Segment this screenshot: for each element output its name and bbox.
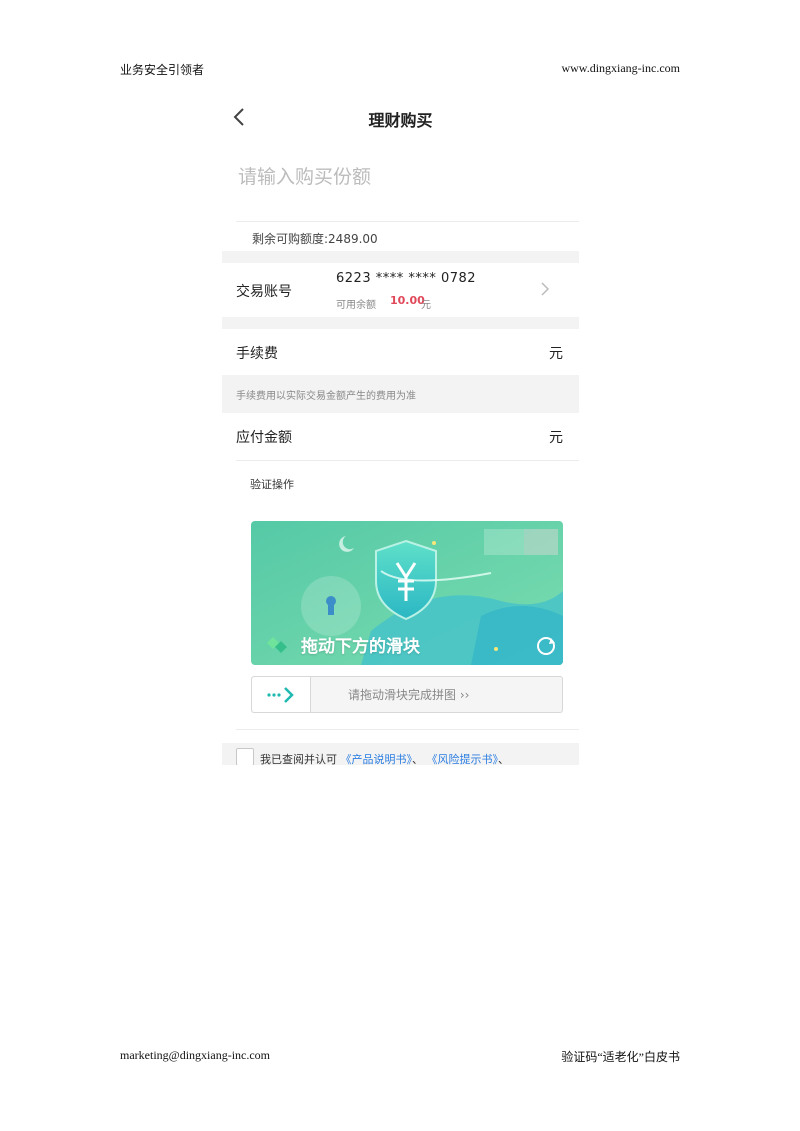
fee-unit: 元 xyxy=(549,346,563,362)
document-footer-left: marketing@dingxiang-inc.com xyxy=(120,1048,271,1062)
payable-label: 应付金额 xyxy=(236,430,292,446)
page-title: 理财购买 xyxy=(368,111,433,130)
product-manual-link[interactable]: 《产品说明书》 xyxy=(341,753,413,765)
divider xyxy=(236,729,579,730)
fee-label: 手续费 xyxy=(236,346,278,362)
slider-track[interactable]: 请拖动滑块完成拼图 ›› xyxy=(251,676,563,713)
amount-input[interactable] xyxy=(236,165,570,189)
slider-hint: 请拖动滑块完成拼图 ›› xyxy=(348,688,470,702)
divider xyxy=(236,221,579,222)
account-label: 交易账号 xyxy=(236,284,292,300)
chevron-right-icon[interactable] xyxy=(540,281,550,297)
section-gap xyxy=(222,317,579,329)
payable-unit: 元 xyxy=(549,430,563,446)
captcha-hint: 拖动下方的滑块 xyxy=(301,637,420,657)
agreement-text: 我已查阅并认可 《产品说明书》、 《风险提示书》、 xyxy=(260,751,509,765)
agreement-prefix: 我已查阅并认可 xyxy=(260,753,337,765)
agreement-separator: 、 xyxy=(498,753,509,765)
fee-note: 手续费用以实际交易金额产生的费用为准 xyxy=(236,391,416,402)
agreement-separator: 、 xyxy=(412,753,423,765)
document-footer-right: 验证码“适老化”白皮书 xyxy=(561,1050,680,1064)
card-number: 6223 **** **** 0782 xyxy=(336,271,477,286)
nav-bar: 理财购买 xyxy=(222,95,579,143)
document-header-left: 业务安全引领者 xyxy=(120,63,205,77)
phone-screenshot: 理财购买 剩余可购额度:2489.00 交易账号 6223 **** **** … xyxy=(222,95,579,765)
divider xyxy=(236,460,579,461)
slider-handle[interactable] xyxy=(252,677,311,712)
balance-label: 可用余额 xyxy=(336,300,376,311)
remaining-quota: 剩余可购额度:2489.00 xyxy=(252,232,378,246)
balance-unit: 元 xyxy=(421,300,431,311)
arrow-right-icon xyxy=(267,687,294,703)
verify-title: 验证操作 xyxy=(250,478,294,491)
captcha-image: 拖动下方的滑块 xyxy=(251,521,563,665)
balance-value: 10.00 xyxy=(390,294,425,307)
document-header-right: www.dingxiang-inc.com xyxy=(561,61,680,75)
section-gap xyxy=(222,251,579,263)
agreement-checkbox[interactable] xyxy=(236,748,254,765)
risk-notice-link[interactable]: 《风险提示书》 xyxy=(427,753,499,765)
